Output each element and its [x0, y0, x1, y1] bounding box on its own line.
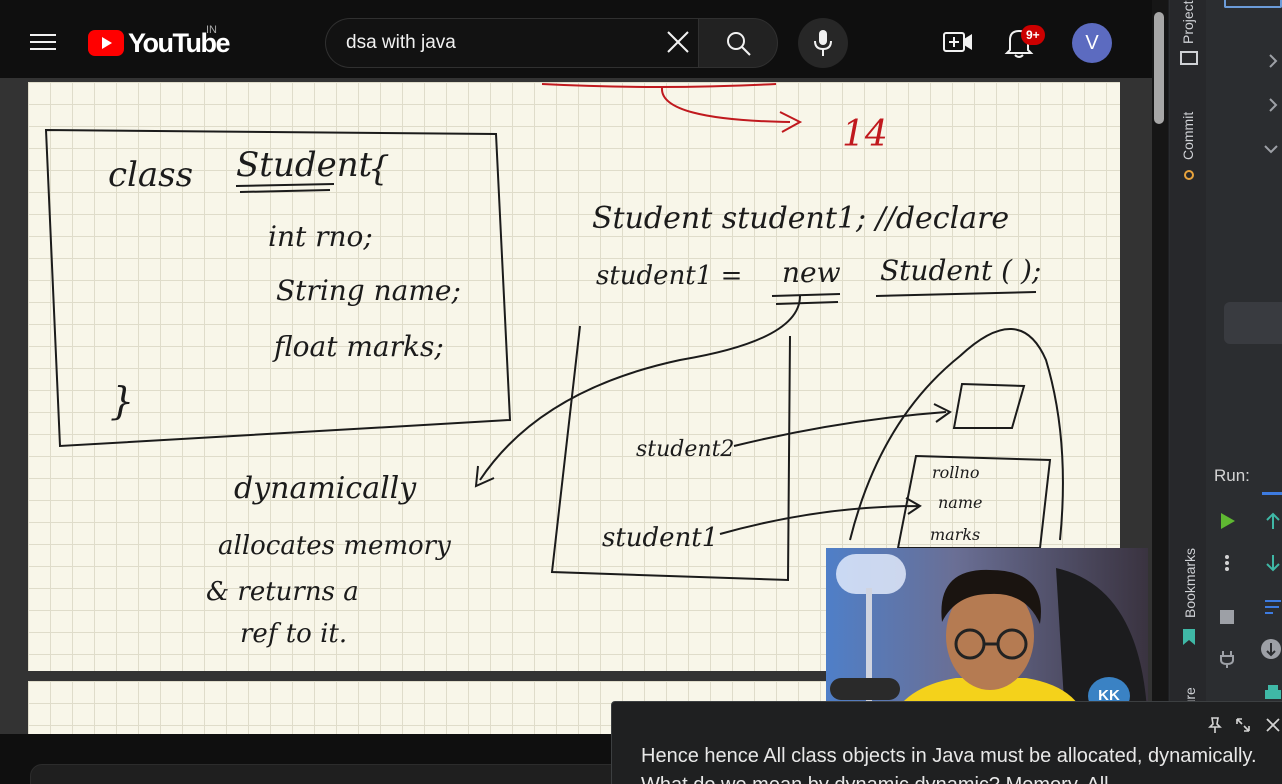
run-label: Run: [1214, 466, 1250, 485]
project-folder-icon[interactable] [1178, 48, 1200, 70]
bookmark-icon[interactable] [1178, 626, 1200, 648]
dynamic-note-line-3: & returns a [206, 577, 359, 607]
plug-icon[interactable] [1216, 648, 1238, 670]
heap-field-marks: marks [930, 525, 980, 544]
dynamic-note-line-1: dynamically [234, 471, 417, 506]
scrollbar-thumb[interactable] [1154, 12, 1164, 124]
class-name-underline [235, 183, 335, 193]
commit-icon[interactable] [1178, 164, 1200, 186]
field-rno: int rno; [268, 220, 373, 253]
dynamic-note-line-2: allocates memory [218, 531, 451, 561]
constructor-underline [875, 291, 1037, 297]
assign-left: student1 = [596, 261, 742, 291]
arrow-student2 [733, 403, 952, 447]
tab-commit[interactable]: Commit [1180, 112, 1196, 160]
field-name: String name; [276, 274, 461, 307]
scroll-end-icon[interactable] [1260, 638, 1282, 660]
ide-panel-block [1224, 302, 1282, 344]
ide-tab-active[interactable] [1224, 0, 1282, 8]
dynamic-note-line-4: ref to it. [240, 619, 347, 649]
red-number: 14 [842, 114, 888, 155]
chevron-down-icon[interactable] [1260, 138, 1282, 160]
stack-var-student1: student1 [602, 523, 718, 553]
stop-icon[interactable] [1216, 606, 1238, 628]
more-options-icon[interactable] [1216, 552, 1238, 574]
arrow-up-icon[interactable] [1262, 510, 1282, 532]
red-arrow [660, 87, 803, 133]
heap-field-rollno: rollno [932, 463, 979, 482]
new-underline [771, 293, 841, 305]
close-icon[interactable] [1264, 716, 1282, 734]
tab-project[interactable]: Project [1180, 0, 1196, 44]
assign-new: new [782, 256, 841, 289]
stack-var-student2: student2 [636, 437, 734, 462]
heap-field-name: name [938, 493, 982, 512]
open-brace: { [368, 149, 390, 189]
red-brace [541, 83, 777, 88]
run-progress [1262, 492, 1282, 495]
tab-bookmarks[interactable]: Bookmarks [1182, 548, 1198, 618]
screen: YouTube IN dsa with java 9+ V 14 class S… [0, 0, 1282, 784]
class-name: Student [236, 145, 373, 185]
caption-line-1: Hence hence All class objects in Java mu… [641, 745, 1257, 767]
assign-constructor: Student ( ); [880, 254, 1041, 287]
expand-icon[interactable] [1234, 716, 1252, 734]
arrow-student1 [719, 497, 922, 535]
run-play-icon[interactable] [1216, 510, 1238, 532]
heap-object-small [952, 382, 1026, 429]
wrap-lines-icon[interactable] [1262, 596, 1282, 618]
arrow-down-icon[interactable] [1262, 552, 1282, 574]
caption-line-2: What do we mean by dynamic dynamic? Memo… [641, 774, 1109, 784]
field-marks: float marks; [272, 330, 444, 363]
declare-line: Student student1; //declare [592, 201, 1009, 236]
chevron-right-icon[interactable] [1262, 50, 1282, 72]
close-brace: } [110, 379, 134, 423]
chevron-right-icon[interactable] [1262, 94, 1282, 116]
pin-icon[interactable] [1206, 716, 1224, 734]
live-caption-panel [611, 701, 1282, 784]
class-keyword: class [108, 155, 193, 195]
